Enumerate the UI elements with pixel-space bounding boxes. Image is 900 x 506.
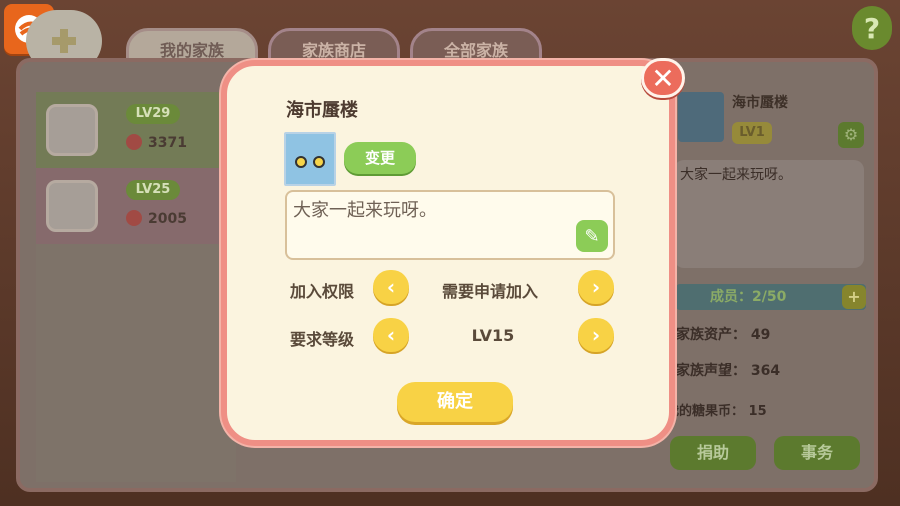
family-fame: 家族声望： 364	[676, 360, 780, 380]
members-count: 成员：2/50	[676, 284, 866, 310]
motto-input[interactable]: 大家一起来玩呀。	[285, 190, 615, 260]
pencil-icon[interactable]: ✎	[576, 220, 608, 252]
family-motto: 大家一起来玩呀。	[674, 160, 864, 268]
dialog-title: 海市蜃楼	[286, 100, 358, 121]
required-level-value: LV15	[471, 326, 515, 345]
my-candy-coins: 我的糖果币： 15	[666, 400, 767, 419]
score-value: 2005	[148, 211, 187, 227]
coins-value: 15	[748, 404, 767, 419]
score-value: 3371	[148, 135, 187, 151]
join-permission-label: 加入权限	[290, 282, 355, 301]
gear-icon[interactable]: ⚙	[838, 122, 864, 148]
fame-label: 家族声望：	[676, 363, 746, 379]
add-member-button[interactable]: +	[842, 285, 866, 309]
affairs-button[interactable]: 事务	[774, 436, 860, 470]
donate-button[interactable]: 捐助	[670, 436, 756, 470]
level-next-button[interactable]: ›	[578, 318, 614, 352]
list-item[interactable]: LV25 2005	[36, 168, 236, 244]
join-next-button[interactable]: ›	[578, 270, 614, 304]
family-info-panel: 海市蜃楼 LV1 ⚙ 大家一起来玩呀。 成员：2/50 + 家族资产： 49 家…	[666, 88, 870, 478]
score-text: 3371	[126, 134, 187, 151]
avatar	[46, 104, 98, 156]
join-permission-value: 需要申请加入	[441, 282, 538, 301]
coins-label: 我的糖果币：	[666, 404, 745, 419]
change-emblem-button[interactable]: 变更	[344, 142, 416, 174]
help-button[interactable]: ?	[852, 6, 892, 50]
family-emblem	[678, 92, 724, 142]
eye-icon	[313, 156, 325, 168]
level-badge: LV25	[126, 180, 180, 200]
assets-value: 49	[750, 327, 771, 343]
fame-value: 364	[750, 363, 781, 379]
close-button[interactable]: ✕	[641, 58, 685, 98]
eye-icon	[295, 156, 307, 168]
confirm-button[interactable]: 确定	[397, 382, 513, 422]
family-level-badge: LV1	[732, 122, 772, 144]
score-text: 2005	[126, 210, 187, 227]
avatar	[46, 180, 98, 232]
required-level-label: 要求等级	[290, 330, 355, 349]
candy-icon	[126, 210, 142, 226]
plus-icon	[52, 29, 76, 53]
family-assets: 家族资产： 49	[676, 324, 770, 344]
list-item[interactable]: LV29 3371	[36, 92, 236, 168]
candy-icon	[126, 134, 142, 150]
level-prev-button[interactable]: ‹	[373, 318, 409, 352]
assets-label: 家族资产：	[676, 327, 746, 343]
join-prev-button[interactable]: ‹	[373, 270, 409, 304]
level-badge: LV29	[126, 104, 180, 124]
family-emblem-avatar	[284, 132, 336, 186]
family-name: 海市蜃楼	[732, 95, 788, 111]
